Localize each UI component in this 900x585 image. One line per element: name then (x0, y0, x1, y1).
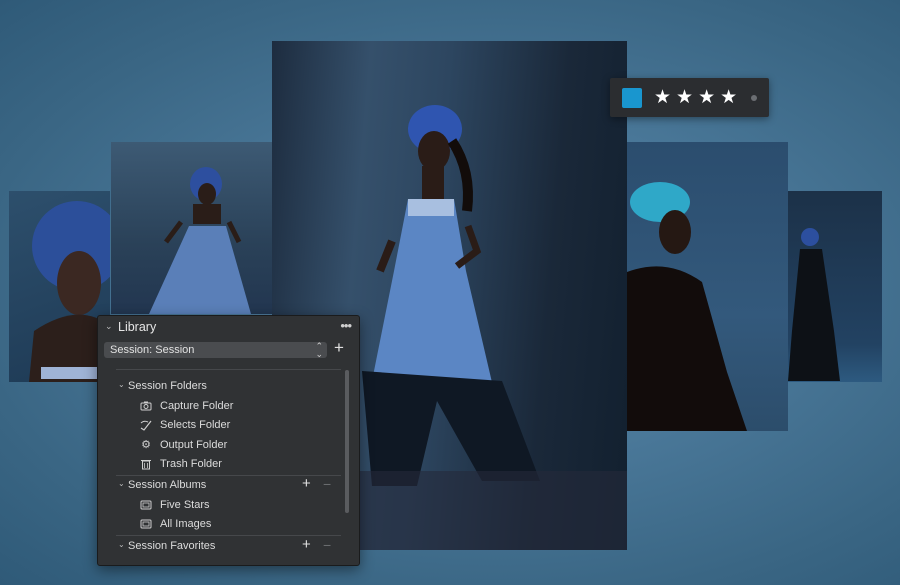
star-icon[interactable]: ★ (676, 88, 693, 107)
folder-item-selects[interactable]: Selects Folder (140, 417, 340, 435)
section-session-folders[interactable]: ⌄ Session Folders (118, 378, 338, 396)
star-icon[interactable]: ★ (698, 88, 715, 107)
photo-thumbnail-3[interactable] (627, 142, 788, 431)
chevron-down-icon[interactable]: ⌄ (118, 380, 125, 389)
photo-thumbnail-4[interactable] (788, 191, 882, 382)
selects-icon (140, 419, 152, 431)
section-label: Session Favorites (128, 540, 216, 552)
remove-favorite-button[interactable]: − (323, 537, 331, 553)
add-session-button[interactable]: + (334, 338, 344, 358)
color-tag-swatch[interactable] (622, 87, 642, 108)
chevron-down-icon[interactable]: ⌄ (118, 479, 125, 488)
folder-label: Capture Folder (160, 400, 234, 412)
gear-icon: ⚙ (141, 438, 151, 451)
folder-item-capture[interactable]: Capture Folder (140, 398, 340, 416)
album-item-five-stars[interactable]: Five Stars (140, 497, 340, 515)
album-label: Five Stars (160, 499, 210, 511)
portrait-image (149, 167, 251, 314)
empty-star-dot-icon[interactable] (751, 94, 758, 101)
section-label: Session Folders (128, 380, 207, 392)
photo-thumbnail-1[interactable] (9, 191, 110, 382)
album-label: All Images (160, 518, 212, 530)
album-item-all-images[interactable]: All Images (140, 516, 340, 534)
folder-item-trash[interactable]: Trash Folder (140, 456, 340, 474)
remove-album-button[interactable]: − (323, 476, 331, 492)
session-select[interactable]: Session: Session ⌃ ⌄ (104, 341, 327, 359)
scrollbar[interactable] (345, 370, 349, 513)
trash-icon (140, 458, 152, 470)
star-rating[interactable]: ★ ★ ★ ★ (654, 88, 737, 107)
add-album-button[interactable]: + (302, 475, 311, 492)
library-panel: ⌄ Library ••• Session: Session ⌃ ⌄ + ⌄ Se… (97, 315, 360, 566)
section-session-albums[interactable]: ⌄ Session Albums + − (118, 475, 343, 495)
library-title: Library (118, 320, 157, 334)
chevron-down-icon[interactable]: ⌄ (105, 321, 113, 332)
portrait-image (788, 228, 840, 381)
portrait-image (29, 201, 110, 382)
section-label: Session Albums (128, 479, 207, 491)
folder-label: Output Folder (160, 439, 228, 451)
photo-thumbnail-2[interactable] (111, 142, 272, 314)
portrait-image (627, 182, 747, 431)
rating-toolbar: ★ ★ ★ ★ (610, 78, 769, 117)
star-icon[interactable]: ★ (654, 88, 671, 107)
divider (116, 369, 341, 370)
star-icon[interactable]: ★ (720, 88, 737, 107)
select-arrows-icon: ⌃ ⌄ (315, 341, 323, 359)
add-favorite-button[interactable]: + (302, 536, 311, 553)
section-session-favorites[interactable]: ⌄ Session Favorites + − (118, 536, 343, 556)
more-options-icon[interactable]: ••• (340, 318, 352, 333)
folder-label: Selects Folder (160, 419, 231, 431)
library-header: ⌄ Library ••• (98, 316, 359, 338)
smart-album-icon (140, 499, 152, 511)
smart-album-icon (140, 518, 152, 530)
camera-icon (140, 400, 152, 412)
session-select-value: Session: Session (110, 344, 195, 356)
folder-item-output[interactable]: ⚙ Output Folder (140, 437, 340, 455)
folder-label: Trash Folder (160, 458, 222, 470)
chevron-down-icon[interactable]: ⌄ (118, 540, 125, 549)
